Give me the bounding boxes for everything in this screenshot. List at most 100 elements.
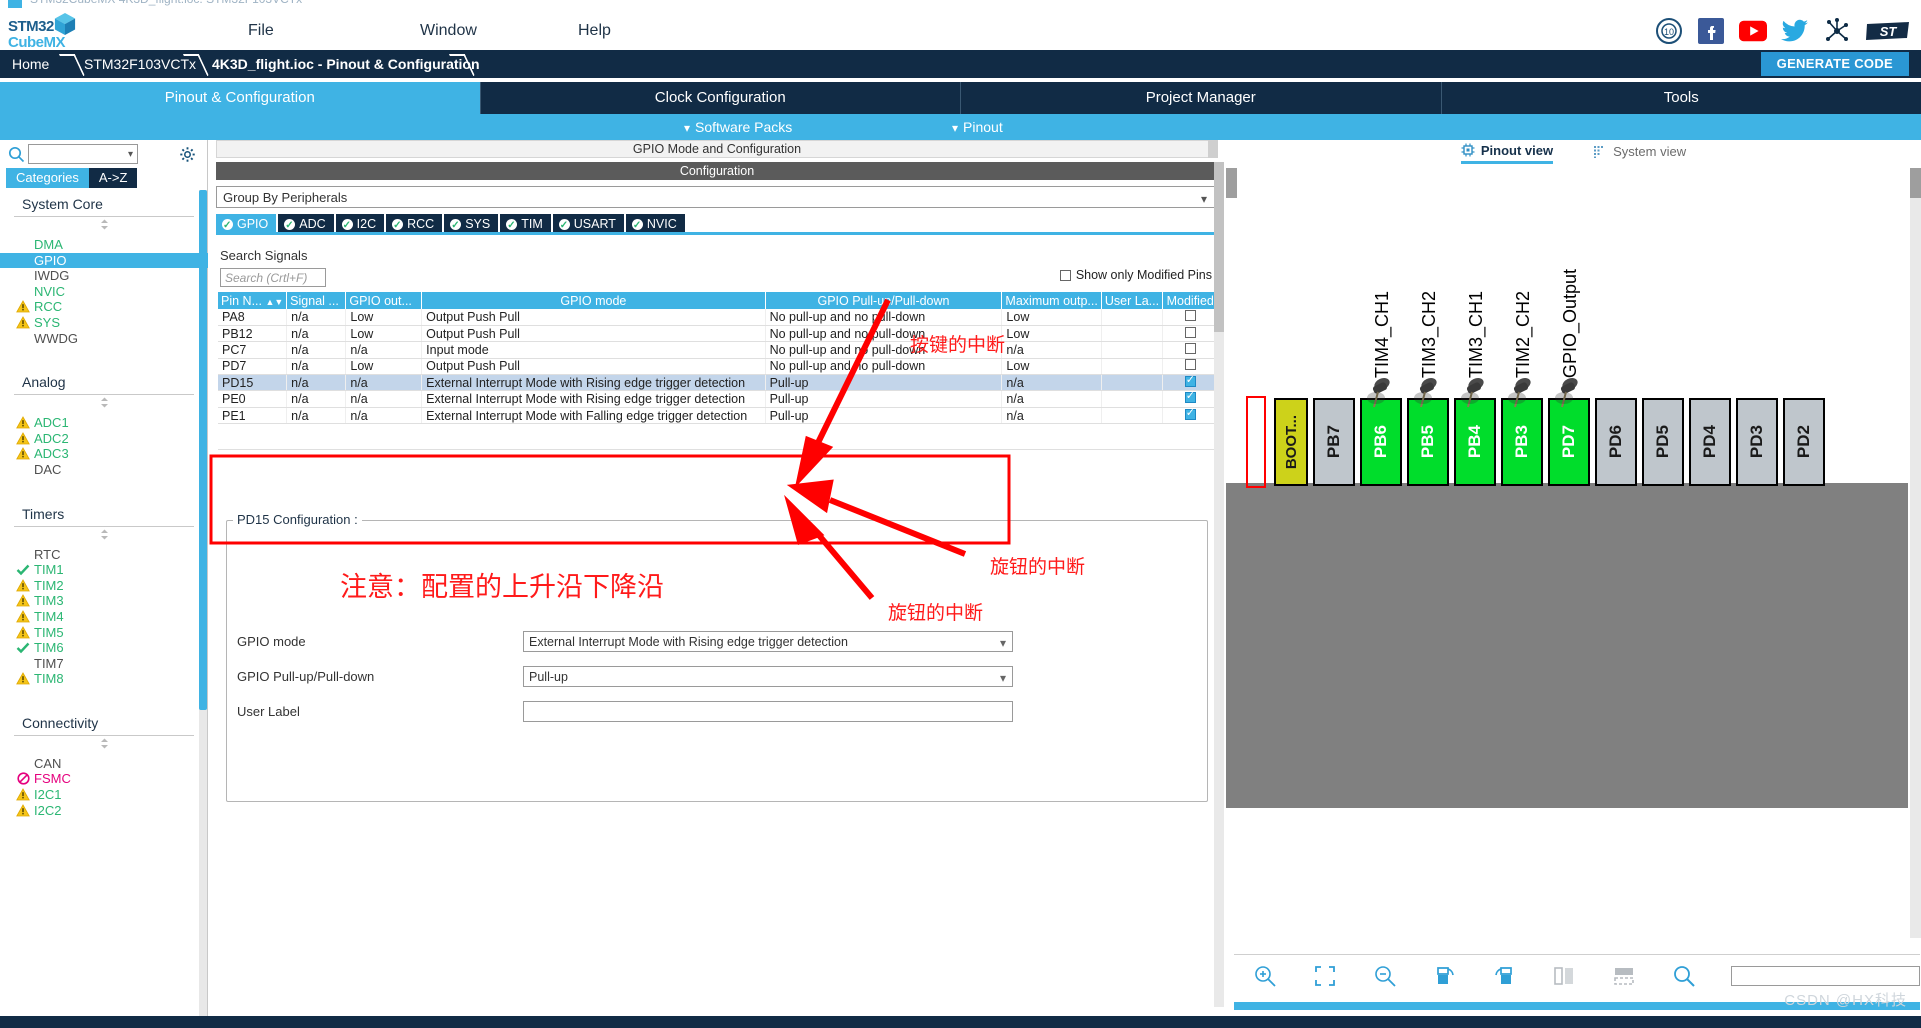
- menu-window[interactable]: Window: [420, 22, 477, 40]
- modified-checkbox[interactable]: [1184, 326, 1196, 338]
- modified-checkbox[interactable]: [1184, 407, 1196, 420]
- network-icon[interactable]: [1823, 17, 1851, 45]
- breadcrumb-home[interactable]: Home: [12, 50, 49, 78]
- chip-pin-pd2[interactable]: PD2: [1783, 398, 1825, 486]
- cell-gpio-mode[interactable]: External Interrupt Mode with Rising edge…: [421, 390, 766, 408]
- sidebar-item-rtc[interactable]: RTC: [0, 547, 208, 563]
- sidebar-item-tim8[interactable]: TIM8: [0, 671, 208, 687]
- chip-pin-pd4[interactable]: PD4: [1689, 398, 1731, 486]
- sidebar-item-adc3[interactable]: ADC3: [0, 446, 208, 462]
- cell-maximum-output[interactable]: n/a: [1001, 390, 1102, 408]
- cell-maximum-output[interactable]: Low: [1001, 309, 1102, 326]
- cell-modified[interactable]: [1162, 341, 1218, 359]
- sidebar-item-i2c1[interactable]: I2C1: [0, 787, 208, 803]
- table-row[interactable]: PD7 n/a Low Output Push Pull No pull-up and …: [218, 358, 1218, 376]
- th-gpio-mode[interactable]: GPIO mode: [421, 292, 766, 309]
- config-scroll-thumb[interactable]: [1214, 162, 1224, 332]
- search-signals-input[interactable]: Search (Crtl+F): [220, 268, 326, 287]
- modified-checkbox[interactable]: [1184, 359, 1196, 371]
- st-logo-icon[interactable]: ST: [1865, 17, 1911, 45]
- table-row[interactable]: PC7 n/a n/a Input mode No pull-up and no pul…: [218, 341, 1218, 359]
- sidebar-item-can[interactable]: CAN: [0, 756, 208, 772]
- menu-help[interactable]: Help: [578, 22, 611, 40]
- pinout-left-scroll-handle[interactable]: [1226, 168, 1237, 198]
- sidebar-group-collapse-handle[interactable]: [0, 736, 208, 756]
- cell-user-label[interactable]: [1101, 358, 1164, 376]
- rotate-right-icon[interactable]: [1432, 963, 1458, 989]
- sidebar-item-rcc[interactable]: RCC: [0, 299, 208, 315]
- zoom-in-icon[interactable]: [1252, 963, 1278, 989]
- peripheral-tab-adc[interactable]: ADC: [278, 214, 334, 236]
- sidebar-item-adc1[interactable]: ADC1: [0, 415, 208, 431]
- sidebar-item-nvic[interactable]: NVIC: [0, 284, 208, 300]
- flip-horizontal-icon[interactable]: [1551, 963, 1577, 989]
- sidebar-group-collapse-handle[interactable]: [0, 217, 208, 237]
- sidebar-item-wwdg[interactable]: WWDG: [0, 331, 208, 347]
- cell-maximum-output[interactable]: n/a: [1001, 407, 1102, 425]
- cell-gpio-pull[interactable]: Pull-up: [765, 374, 1003, 392]
- cell-user-label[interactable]: [1101, 374, 1164, 392]
- modified-checkbox[interactable]: [1184, 309, 1196, 321]
- cell-gpio-pull[interactable]: No pull-up and no pull-down: [765, 309, 1003, 326]
- cell-gpio-mode[interactable]: Output Push Pull: [421, 309, 766, 326]
- cell-modified[interactable]: [1162, 325, 1218, 343]
- generate-code-button[interactable]: GENERATE CODE: [1760, 52, 1909, 76]
- chip-diagram[interactable]: BOOT... PB7 PB6 TIM4_CH1 PB5 TIM3_CH2 PB4 TIM3_…: [1226, 168, 1908, 808]
- breadcrumb-current[interactable]: 4K3D_flight.ioc - Pinout & Configuration: [212, 50, 480, 78]
- peripheral-tab-nvic[interactable]: NVIC: [625, 214, 685, 236]
- sidebar-item-iwdg[interactable]: IWDG: [0, 268, 208, 284]
- peripheral-tab-usart[interactable]: USART: [552, 214, 624, 236]
- gpio-pull-select[interactable]: Pull-up ▾: [523, 666, 1013, 687]
- cell-maximum-output[interactable]: Low: [1001, 325, 1102, 343]
- st-community-icon[interactable]: 10: [1655, 17, 1683, 45]
- sidebar-item-i2c2[interactable]: I2C2: [0, 803, 208, 819]
- modified-checkbox[interactable]: [1184, 391, 1196, 404]
- pinout-menu[interactable]: ▾ Pinout: [952, 114, 1003, 140]
- pinout-search-input[interactable]: [1731, 965, 1921, 986]
- sidebar-item-tim4[interactable]: TIM4: [0, 609, 208, 625]
- twitter-icon[interactable]: [1781, 17, 1809, 45]
- sidebar-item-tim7[interactable]: TIM7: [0, 656, 208, 672]
- cell-gpio-mode[interactable]: External Interrupt Mode with Rising edge…: [421, 374, 766, 392]
- th-modified[interactable]: Modified: [1162, 292, 1218, 309]
- cell-gpio-mode[interactable]: Output Push Pull: [421, 358, 766, 376]
- sidebar-item-tim3[interactable]: TIM3: [0, 593, 208, 609]
- sidebar-item-fsmc[interactable]: FSMC: [0, 771, 208, 787]
- cell-maximum-output[interactable]: n/a: [1001, 341, 1102, 359]
- sidebar-item-sys[interactable]: SYS: [0, 315, 208, 331]
- chip-pin-pb4[interactable]: PB4: [1454, 398, 1496, 486]
- modified-checkbox[interactable]: [1184, 342, 1196, 354]
- sidebar-item-dma[interactable]: DMA: [0, 237, 208, 253]
- chip-pin-pd3[interactable]: PD3: [1736, 398, 1778, 486]
- chip-pin-pd7[interactable]: PD7: [1548, 398, 1590, 486]
- chip-pin-pb7[interactable]: PB7: [1313, 398, 1355, 486]
- youtube-icon[interactable]: [1739, 17, 1767, 45]
- sidebar-item-tim1[interactable]: TIM1: [0, 562, 208, 578]
- pinout-scroll-thumb[interactable]: [1910, 168, 1921, 198]
- peripheral-tab-gpio[interactable]: GPIO: [216, 214, 277, 236]
- cell-user-label[interactable]: [1101, 390, 1164, 408]
- cell-user-label[interactable]: [1101, 407, 1164, 425]
- cell-modified[interactable]: [1162, 390, 1218, 408]
- rotate-left-icon[interactable]: [1492, 963, 1518, 989]
- cell-gpio-pull[interactable]: Pull-up: [765, 407, 1003, 425]
- chip-pin-pd5[interactable]: PD5: [1642, 398, 1684, 486]
- cell-maximum-output[interactable]: n/a: [1001, 374, 1102, 392]
- cell-modified[interactable]: [1162, 309, 1218, 326]
- sidebar-item-dac[interactable]: DAC: [0, 462, 208, 478]
- th-maximum-output[interactable]: Maximum outp...: [1001, 292, 1102, 309]
- th-gpio-output[interactable]: GPIO out...: [345, 292, 423, 309]
- gpio-mode-select[interactable]: External Interrupt Mode with Rising edge…: [523, 631, 1013, 652]
- th-pin-number[interactable]: Pin N... ▲▼: [218, 292, 288, 309]
- sidebar-tab-categories[interactable]: Categories: [6, 168, 89, 188]
- cell-user-label[interactable]: [1101, 309, 1164, 326]
- chip-pin-pb3[interactable]: PB3: [1501, 398, 1543, 486]
- th-signal[interactable]: Signal ...: [286, 292, 347, 309]
- th-user-label[interactable]: User La...: [1101, 292, 1164, 309]
- sidebar-item-tim2[interactable]: TIM2: [0, 578, 208, 594]
- tab-tools[interactable]: Tools: [1442, 82, 1921, 114]
- panel-collapse-arrow[interactable]: [1208, 140, 1218, 158]
- sidebar-search-input[interactable]: ▾: [28, 144, 138, 164]
- peripheral-tab-i2c[interactable]: I2C: [335, 214, 385, 236]
- cell-gpio-pull[interactable]: Pull-up: [765, 390, 1003, 408]
